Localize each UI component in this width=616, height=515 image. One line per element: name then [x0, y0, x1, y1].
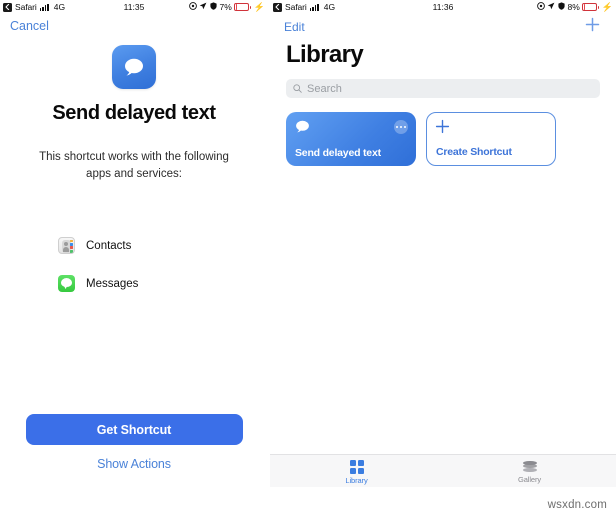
- battery-icon: [234, 3, 252, 11]
- cancel-button[interactable]: Cancel: [10, 19, 49, 33]
- alarm-shield-icon: [210, 2, 217, 12]
- plus-icon[interactable]: [584, 16, 601, 38]
- shortcut-detail-screen: Safari 4G 11:35 7% ⚡ Cancel Send delayed…: [0, 0, 268, 487]
- orientation-lock-icon: [537, 2, 545, 12]
- layers-icon: [522, 460, 537, 473]
- edit-button[interactable]: Edit: [284, 20, 305, 34]
- app-name-label: Contacts: [86, 239, 132, 252]
- status-bar-right-group: 7% ⚡: [189, 2, 265, 12]
- grid-icon: [349, 459, 364, 474]
- message-bubble-icon: [295, 120, 310, 138]
- library-screen: Safari 4G 11:36 8% ⚡ Edit Library Search…: [270, 0, 616, 487]
- shortcut-hero: Send delayed text This shortcut works wi…: [0, 39, 268, 183]
- show-actions-button[interactable]: Show Actions: [0, 457, 268, 471]
- charging-bolt-icon: ⚡: [253, 1, 265, 12]
- page-background: [0, 487, 616, 515]
- message-bubble-icon: [112, 45, 156, 89]
- list-item: Messages: [58, 273, 268, 294]
- battery-percent-label: 7%: [219, 2, 232, 12]
- ellipsis-icon[interactable]: [394, 120, 408, 134]
- shortcut-description: This shortcut works with the following a…: [39, 151, 229, 180]
- list-item: Contacts: [58, 235, 268, 256]
- location-arrow-icon: [199, 2, 207, 12]
- status-bar-right-group: 8% ⚡: [537, 2, 613, 12]
- detail-action-area: Get Shortcut Show Actions: [0, 414, 268, 487]
- supported-apps-list: Contacts Messages: [0, 235, 268, 294]
- shortcut-card-grid: Send delayed text Create Shortcut: [270, 98, 616, 166]
- location-arrow-icon: [547, 2, 555, 12]
- contacts-app-icon: [58, 237, 75, 254]
- tab-label: Library: [345, 475, 368, 485]
- alarm-shield-icon: [558, 2, 565, 12]
- tab-library[interactable]: Library: [270, 455, 443, 487]
- tab-gallery[interactable]: Gallery: [443, 455, 616, 487]
- nav-bar-left: Cancel: [0, 15, 268, 39]
- get-shortcut-button[interactable]: Get Shortcut: [25, 414, 243, 445]
- library-title: Library: [286, 41, 364, 68]
- page-title: Send delayed text: [52, 102, 216, 124]
- status-bar-right: Safari 4G 11:36 8% ⚡: [270, 0, 616, 15]
- dual-phone-screenshot: Safari 4G 11:35 7% ⚡ Cancel Send delayed…: [0, 0, 616, 515]
- watermark: wsxdn.com: [547, 499, 607, 511]
- status-bar-left: Safari 4G 11:35 7% ⚡: [0, 0, 268, 15]
- charging-bolt-icon: ⚡: [601, 1, 613, 12]
- battery-icon: [582, 3, 600, 11]
- search-placeholder: Search: [307, 82, 342, 95]
- orientation-lock-icon: [189, 2, 197, 12]
- tab-label: Gallery: [517, 474, 542, 484]
- shortcut-card-send-delayed-text[interactable]: Send delayed text: [286, 112, 416, 166]
- search-icon: [293, 80, 302, 98]
- nav-bar-right: Edit: [270, 15, 616, 41]
- plus-icon: [435, 119, 450, 139]
- card-label: Create Shortcut: [436, 146, 512, 158]
- create-shortcut-card[interactable]: Create Shortcut: [426, 112, 556, 166]
- messages-app-icon: [58, 275, 75, 292]
- search-input[interactable]: Search: [286, 79, 600, 98]
- card-label: Send delayed text: [295, 147, 381, 159]
- battery-percent-label: 8%: [567, 2, 580, 12]
- app-name-label: Messages: [86, 277, 139, 290]
- bottom-tab-bar: Library Gallery: [270, 454, 616, 487]
